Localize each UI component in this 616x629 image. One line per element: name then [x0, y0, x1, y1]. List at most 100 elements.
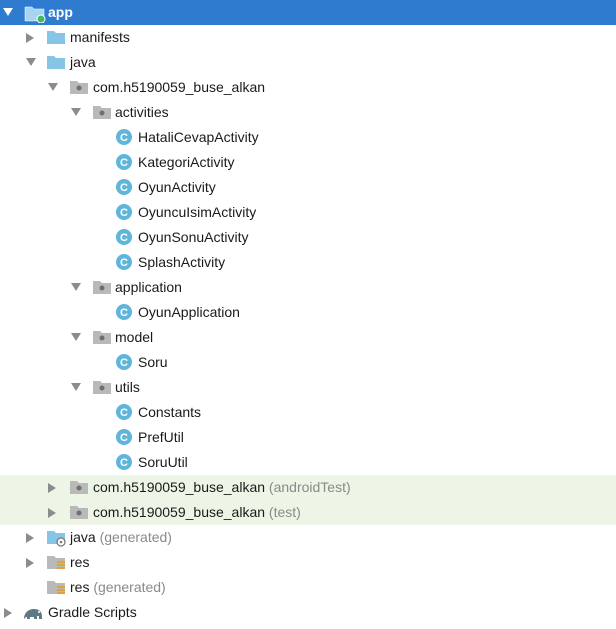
tree-label-activities: activities [115, 104, 169, 120]
svg-text:C: C [120, 407, 128, 419]
chevron-right-icon[interactable] [3, 600, 17, 625]
tree-row-application[interactable]: application [0, 275, 616, 300]
class-icon: C [115, 353, 135, 373]
tree-row-model[interactable]: model [0, 325, 616, 350]
chevron-down-icon[interactable] [70, 100, 84, 125]
tree-row-class[interactable]: C OyunSonuActivity [0, 225, 616, 250]
class-icon: C [115, 178, 135, 198]
tree-row-gradle-scripts[interactable]: Gradle Scripts [0, 600, 616, 625]
tree-row-class[interactable]: C Constants [0, 400, 616, 425]
svg-text:C: C [120, 157, 128, 169]
package-icon [92, 103, 112, 123]
chevron-right-icon[interactable] [25, 525, 39, 550]
package-icon [92, 378, 112, 398]
tree-label-java-generated: java (generated) [70, 529, 172, 545]
svg-text:C: C [120, 307, 128, 319]
chevron-down-icon[interactable] [70, 275, 84, 300]
tree-row-manifests[interactable]: manifests [0, 25, 616, 50]
resources-folder-icon [46, 553, 66, 573]
class-label: KategoriActivity [138, 154, 235, 170]
class-label: Soru [138, 354, 168, 370]
tree-row-class[interactable]: C SplashActivity [0, 250, 616, 275]
source-set-suffix: (androidTest) [268, 479, 351, 495]
module-folder-icon [24, 3, 46, 23]
chevron-down-icon[interactable] [47, 75, 61, 100]
class-label: HataliCevapActivity [138, 129, 259, 145]
resources-folder-icon [46, 578, 66, 598]
tree-row-class[interactable]: C PrefUtil [0, 425, 616, 450]
class-label: SplashActivity [138, 254, 226, 270]
svg-text:C: C [120, 457, 128, 469]
tree-label-utils: utils [115, 379, 140, 395]
tree-row-class[interactable]: C Soru [0, 350, 616, 375]
tree-row-res-generated[interactable]: res (generated) [0, 575, 616, 600]
tree-row-class[interactable]: C OyunActivity [0, 175, 616, 200]
tree-label-package-test: com.h5190059_buse_alkan (test) [93, 504, 301, 520]
tree-row-package-main[interactable]: com.h5190059_buse_alkan [0, 75, 616, 100]
tree-label-package-android-test: com.h5190059_buse_alkan (androidTest) [93, 479, 351, 495]
class-label: PrefUtil [138, 429, 184, 445]
class-label: OyunActivity [138, 179, 216, 195]
svg-text:C: C [120, 432, 128, 444]
tree-row-activities[interactable]: activities [0, 100, 616, 125]
tree-label-java: java [70, 54, 96, 70]
tree-row-app[interactable]: app [0, 0, 616, 25]
class-icon: C [115, 303, 135, 323]
class-icon: C [115, 203, 135, 223]
chevron-right-icon[interactable] [47, 475, 61, 500]
class-label: OyunApplication [138, 304, 240, 320]
chevron-right-icon[interactable] [25, 550, 39, 575]
chevron-down-icon[interactable] [2, 0, 16, 25]
tree-label-res: res [70, 554, 90, 570]
tree-label-package-main: com.h5190059_buse_alkan [93, 79, 266, 95]
package-icon [69, 478, 89, 498]
chevron-down-icon[interactable] [70, 325, 84, 350]
tree-label-manifests: manifests [70, 29, 130, 45]
svg-text:C: C [120, 182, 128, 194]
generated-suffix: (generated) [93, 579, 166, 595]
svg-text:C: C [120, 132, 128, 144]
chevron-down-icon[interactable] [70, 375, 84, 400]
class-label: SoruUtil [138, 454, 188, 470]
gradle-elephant-icon [22, 603, 42, 623]
chevron-right-icon[interactable] [47, 500, 61, 525]
svg-text:C: C [120, 207, 128, 219]
svg-text:C: C [120, 357, 128, 369]
class-icon: C [115, 253, 135, 273]
class-icon: C [115, 128, 135, 148]
tree-row-class[interactable]: C OyunApplication [0, 300, 616, 325]
generated-folder-icon [46, 528, 66, 548]
chevron-down-icon[interactable] [25, 50, 39, 75]
tree-label-res-generated: res (generated) [70, 579, 166, 595]
tree-label-model: model [115, 329, 154, 345]
generated-suffix: (generated) [99, 529, 172, 545]
tree-row-class[interactable]: C OyuncuIsimActivity [0, 200, 616, 225]
tree-row-res[interactable]: res [0, 550, 616, 575]
svg-text:C: C [120, 232, 128, 244]
class-label: OyunSonuActivity [138, 229, 249, 245]
package-icon [92, 278, 112, 298]
class-label: Constants [138, 404, 202, 420]
class-icon: C [115, 403, 135, 423]
tree-row-java-generated[interactable]: java (generated) [0, 525, 616, 550]
tree-row-utils[interactable]: utils [0, 375, 616, 400]
tree-row-java[interactable]: java [0, 50, 616, 75]
tree-label-application: application [115, 279, 182, 295]
tree-row-package-android-test[interactable]: com.h5190059_buse_alkan (androidTest) [0, 475, 616, 500]
tree-row-class[interactable]: C SoruUtil [0, 450, 616, 475]
class-icon: C [115, 428, 135, 448]
class-icon: C [115, 228, 135, 248]
tree-label-app: app [48, 4, 73, 20]
tree-row-class[interactable]: C KategoriActivity [0, 150, 616, 175]
source-set-suffix: (test) [268, 504, 301, 520]
folder-icon [46, 28, 66, 48]
folder-icon [46, 53, 66, 73]
tree-row-package-test[interactable]: com.h5190059_buse_alkan (test) [0, 500, 616, 525]
class-icon: C [115, 453, 135, 473]
class-label: OyuncuIsimActivity [138, 204, 257, 220]
chevron-right-icon[interactable] [25, 25, 39, 50]
svg-text:C: C [120, 257, 128, 269]
tree-label-gradle-scripts: Gradle Scripts [48, 604, 137, 620]
package-icon [69, 503, 89, 523]
tree-row-class[interactable]: C HataliCevapActivity [0, 125, 616, 150]
